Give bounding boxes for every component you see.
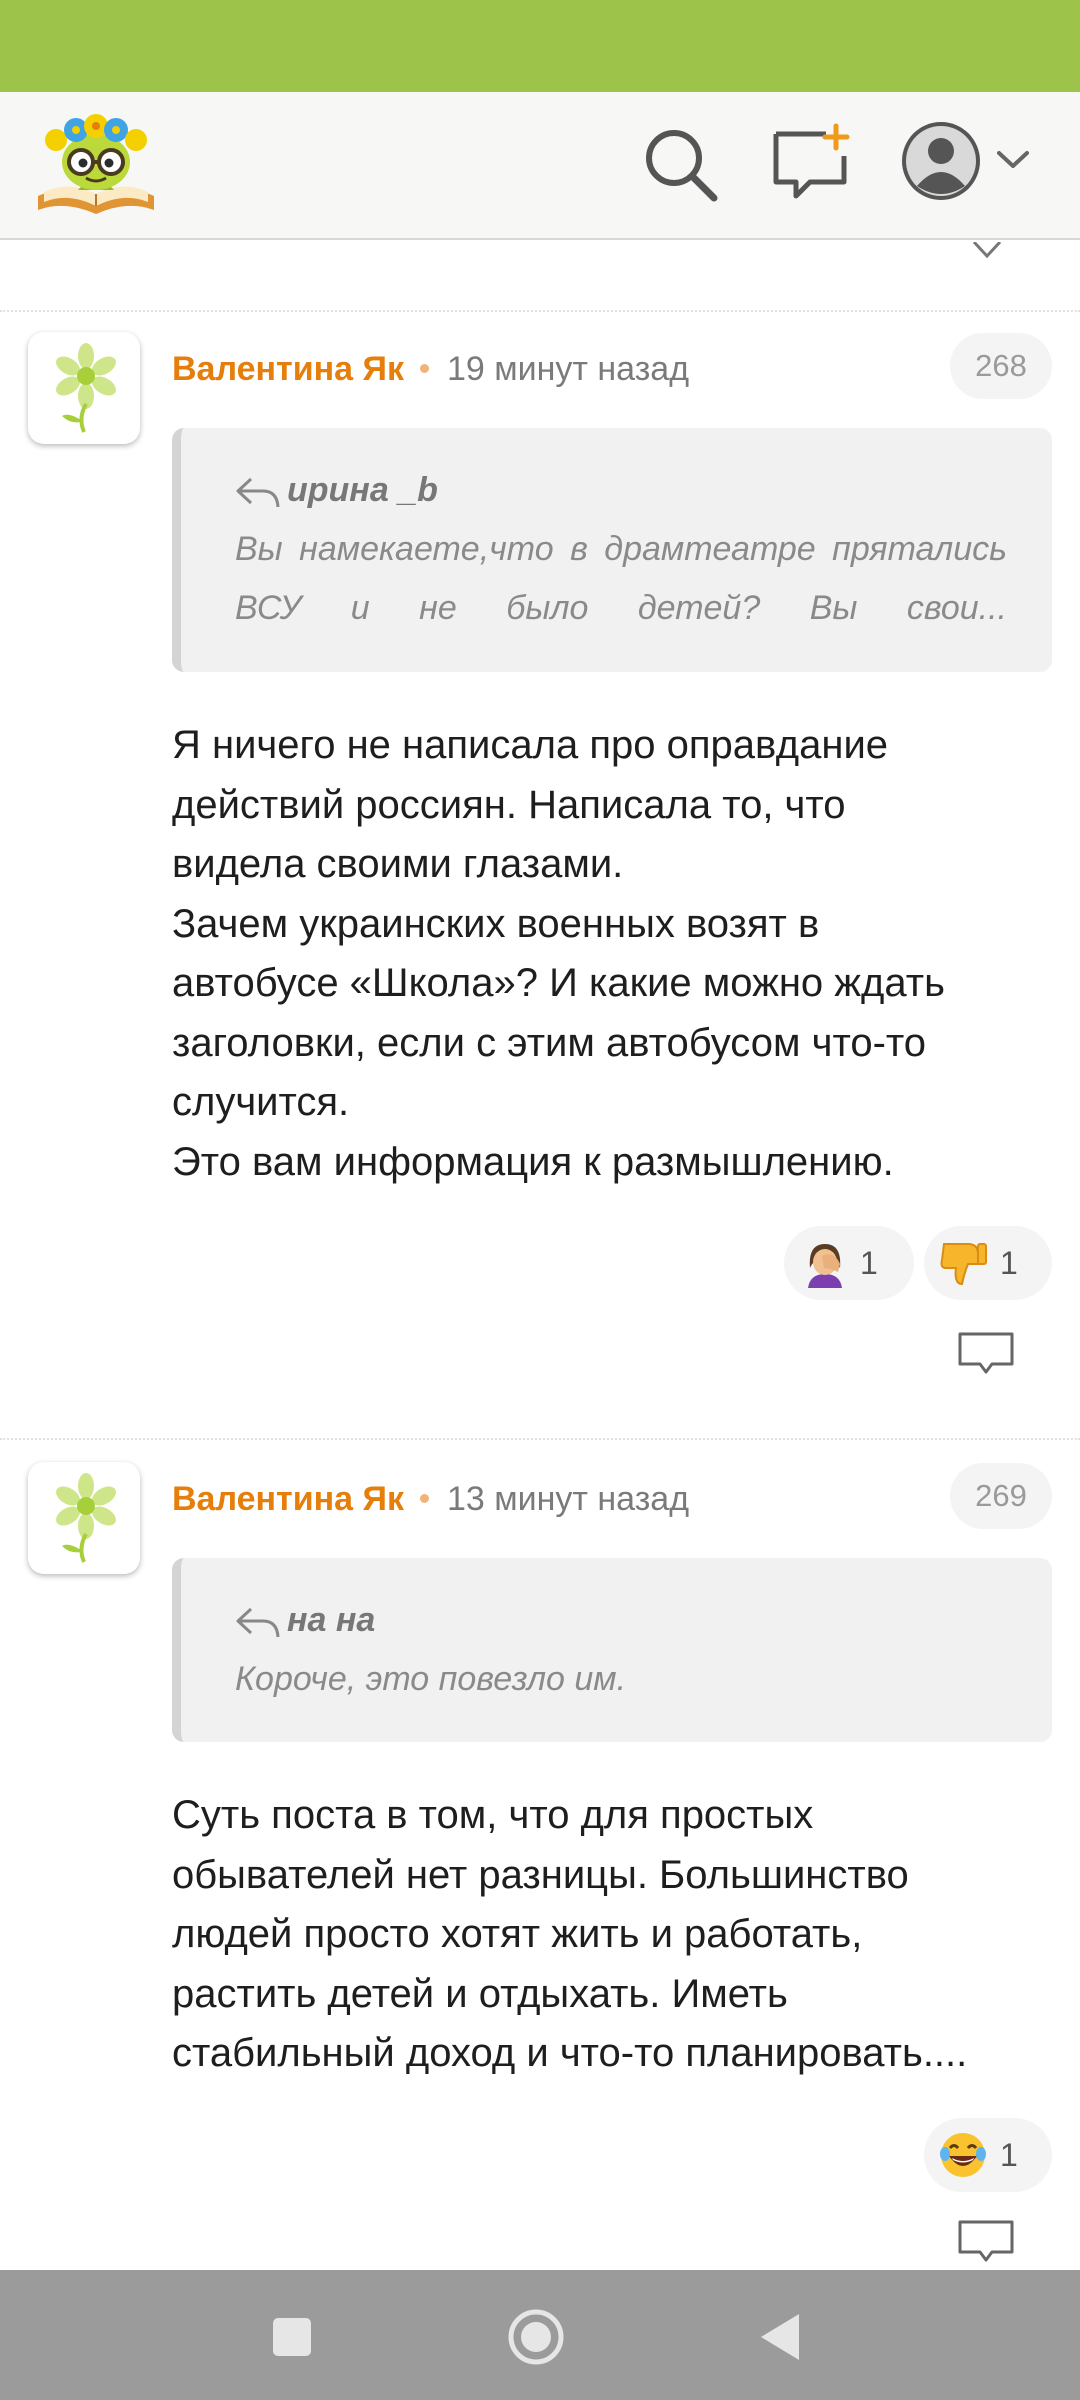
reply-icon[interactable] xyxy=(970,242,1004,260)
comment-body-line: обывателей нет разницы. Большинство xyxy=(172,1852,909,1897)
flower-avatar-icon xyxy=(56,343,116,433)
comment-divider xyxy=(0,1438,1080,1440)
quote-text-line: Короче, это повезло им. xyxy=(235,1660,627,1698)
reaction-button[interactable]: 1 xyxy=(924,1226,1052,1300)
reaction-count: 1 xyxy=(1000,1245,1018,1281)
new-comment-plus-icon[interactable] xyxy=(770,122,854,206)
comment-body-line: стабильный доход и что-то планировать...… xyxy=(172,2031,968,2075)
reaction-count: 1 xyxy=(860,1245,878,1281)
quoted-comment[interactable]: ирина _b Вы намекаете,что в драмтеатре п… xyxy=(172,428,1052,672)
comment-header: Валентина Як 19 минут назад xyxy=(172,344,689,394)
avatar[interactable] xyxy=(28,332,140,444)
reaction-button[interactable]: 1 xyxy=(924,2118,1052,2192)
status-bar xyxy=(0,0,1080,92)
site-logo-icon[interactable] xyxy=(34,110,158,222)
comment-header: Валентина Як 13 минут назад xyxy=(172,1474,689,1524)
facepalm-emoji-icon xyxy=(808,1244,842,1288)
separator-dot xyxy=(419,1493,429,1503)
comment-body-line: заголовки, если с этим автобусом что-то xyxy=(172,1020,927,1065)
comment-body-line: растить детей и отдыхать. Иметь xyxy=(172,1971,788,2016)
comment-body-line: видела своими глазами. xyxy=(172,842,624,886)
chevron-down-icon xyxy=(997,151,1029,168)
reply-comment-icon[interactable] xyxy=(956,1330,1016,1384)
quote-author: ирина _b xyxy=(235,466,438,514)
comment-body: Суть поста в том, что для простых обыват… xyxy=(172,1786,1062,2084)
comment-body-line: Я ничего не написала про оправдание xyxy=(172,723,889,767)
comment-time: 13 минут назад xyxy=(446,1480,690,1518)
recents-square-icon[interactable] xyxy=(257,2302,327,2372)
comment-number: 269 xyxy=(950,1463,1052,1529)
comment-body-line: автобусе «Школа»? И какие можно ждать xyxy=(172,961,945,1005)
comment-body-line: действий россиян. Написала то, что xyxy=(172,782,846,827)
comment-number: 268 xyxy=(950,333,1052,399)
avatar[interactable] xyxy=(28,1462,140,1574)
reply-arrow-icon xyxy=(236,1607,280,1638)
comment-body: Я ничего не написала про оправдание дейс… xyxy=(172,716,1062,1192)
comment-body-line: Это вам информация к размышлению. xyxy=(172,1139,894,1184)
tears-of-joy-emoji-icon xyxy=(940,2133,986,2177)
profile-menu-button[interactable] xyxy=(900,120,1036,208)
search-icon[interactable] xyxy=(638,122,722,206)
comment-body-line: Суть поста в том, что для простых xyxy=(172,1793,814,1837)
app-header xyxy=(0,92,1080,240)
home-circle-icon[interactable] xyxy=(501,2302,571,2372)
reaction-count: 1 xyxy=(1000,2137,1018,2173)
system-navigation-bar xyxy=(0,2270,1080,2400)
comment-author[interactable]: Валентина Як xyxy=(172,1480,404,1518)
comment-divider xyxy=(0,310,1080,312)
comment-body-line: случится. xyxy=(172,1080,350,1124)
quote-text-line: ВСУ и не было детей? Вы свои... xyxy=(235,589,1007,627)
back-triangle-icon[interactable] xyxy=(747,2302,817,2372)
thumbs-down-emoji-icon xyxy=(940,1243,987,1286)
comment-body-line: людей просто хотят жить и работать, xyxy=(172,1912,863,1956)
reply-comment-icon[interactable] xyxy=(956,2218,1016,2272)
comment-time: 19 минут назад xyxy=(446,350,690,388)
comment-author[interactable]: Валентина Як xyxy=(172,350,404,388)
quote-text-line: Вы намекаете,что в драмтеатре прятались xyxy=(235,530,1007,568)
flower-avatar-icon xyxy=(56,1473,116,1563)
reply-arrow-icon xyxy=(236,477,280,508)
reaction-button[interactable]: 1 xyxy=(784,1226,914,1300)
quoted-comment[interactable]: на на Короче, это повезло им. xyxy=(172,1558,1052,1742)
comment-body-line: Зачем украинских военных возят в xyxy=(172,901,820,946)
quote-author: на на xyxy=(235,1596,375,1644)
user-avatar-icon xyxy=(902,122,980,200)
separator-dot xyxy=(419,363,429,373)
